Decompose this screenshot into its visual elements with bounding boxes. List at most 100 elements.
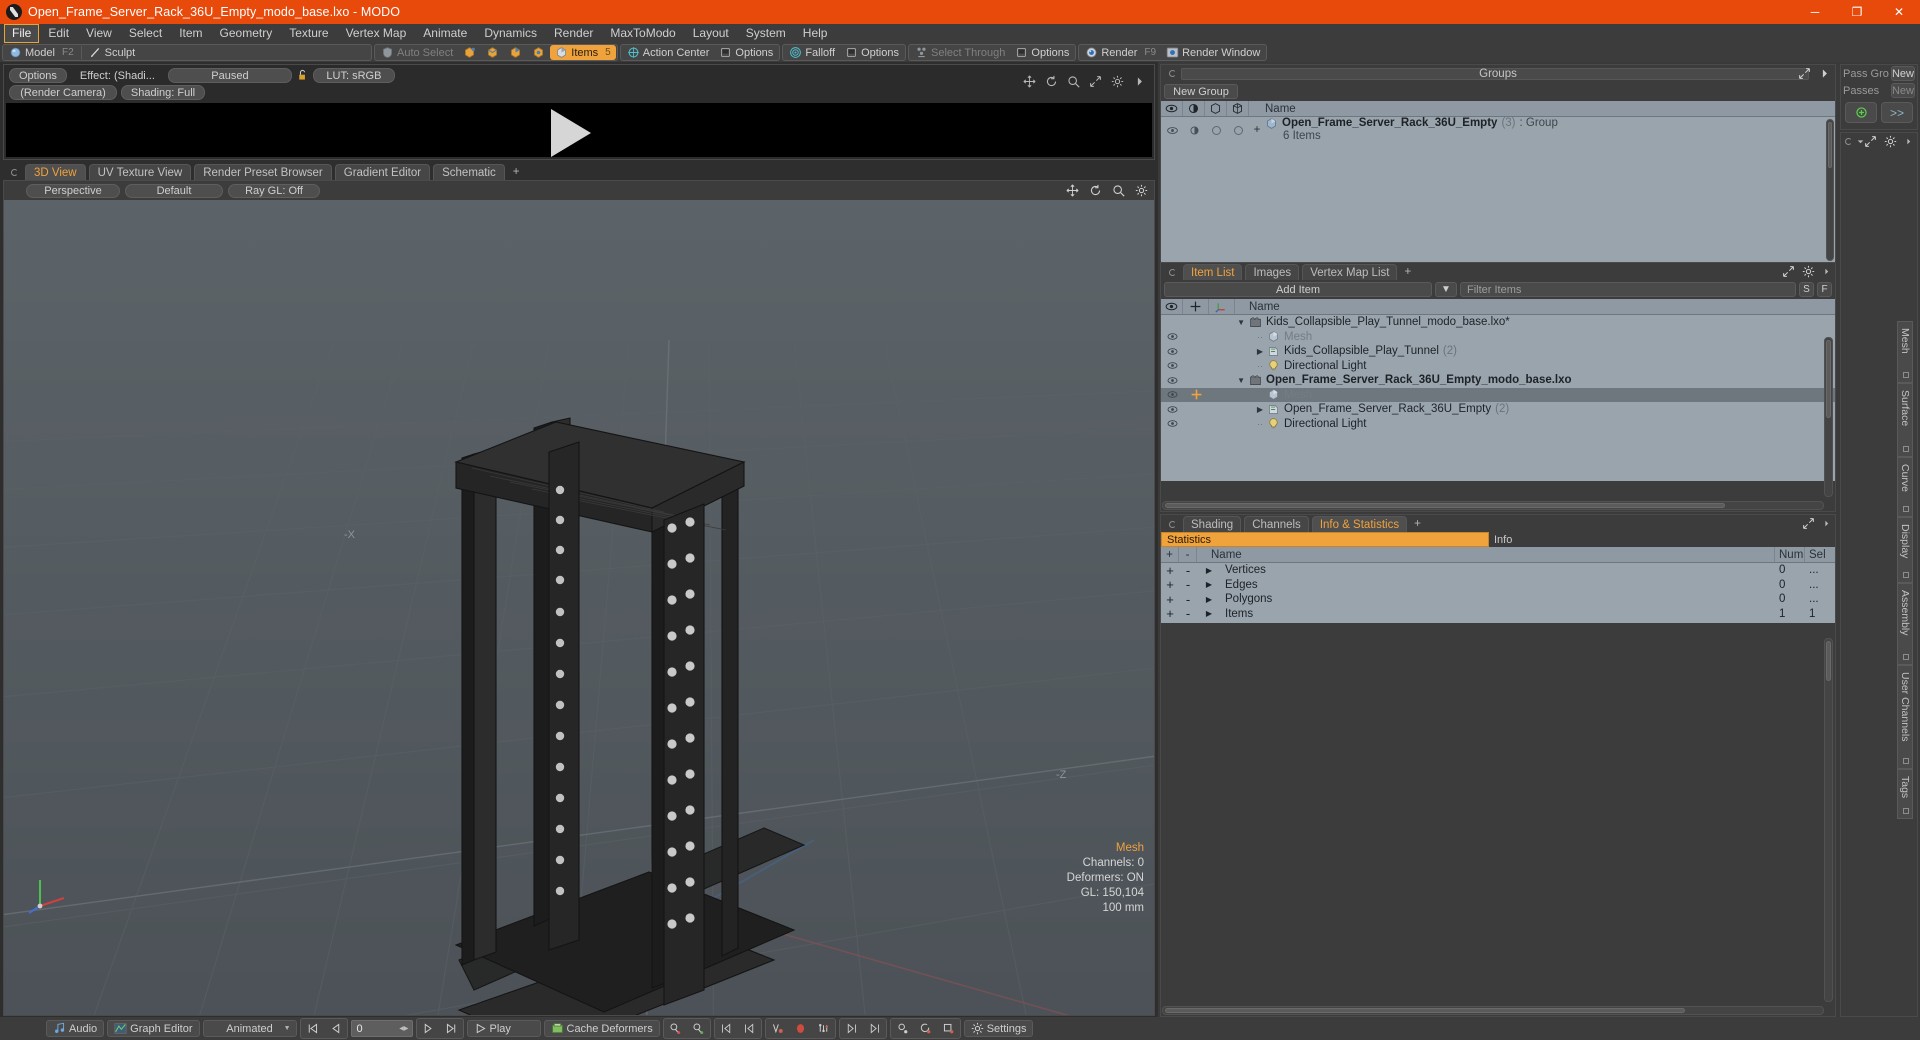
item-list-tab-add-button[interactable]: +	[1400, 264, 1415, 280]
menu-item-texture[interactable]: Texture	[281, 24, 336, 43]
item-list-hscrollbar[interactable]	[1162, 501, 1824, 510]
move-icon[interactable]	[1066, 184, 1079, 197]
key-delete-button[interactable]	[688, 1020, 709, 1037]
stats-row-expander[interactable]: ▶	[1197, 566, 1221, 575]
current-frame-input[interactable]: 0	[350, 1020, 413, 1037]
toolbar-button-edges[interactable]	[481, 45, 504, 60]
row-expander[interactable]: +	[1249, 124, 1265, 136]
rotate-icon[interactable]	[1089, 184, 1102, 197]
audio-button[interactable]: Audio	[46, 1020, 105, 1037]
viewport-tab-3d-view[interactable]: 3D View	[25, 164, 86, 180]
gear-icon[interactable]	[1135, 184, 1148, 197]
viewport-tab-render-preset-browser[interactable]: Render Preset Browser	[194, 164, 332, 180]
key-filter-button[interactable]	[813, 1020, 834, 1037]
toolbar-button-options[interactable]: Options	[840, 45, 904, 60]
chevron-right-icon[interactable]	[1822, 267, 1831, 276]
viewport-tab-gradient-editor[interactable]: Gradient Editor	[334, 164, 431, 180]
stats-tab-info-statistics[interactable]: Info & Statistics	[1311, 516, 1408, 532]
toolbar-button-polygons[interactable]	[504, 45, 527, 60]
row-expander[interactable]: ··	[1235, 361, 1267, 371]
stats-tab-add-button[interactable]: +	[1410, 516, 1425, 532]
toolbar-button-render[interactable]: Render F9	[1080, 45, 1161, 60]
stats-hscroll-thumb[interactable]	[1165, 1008, 1685, 1013]
item-list-vscrollbar[interactable]	[1824, 337, 1833, 497]
row-axis-toggle[interactable]	[1209, 330, 1235, 345]
groups-table-row[interactable]: + Open_Frame_Server_Rack_36U_Empty (3): Gr…	[1161, 117, 1835, 143]
row-visibility-toggle[interactable]	[1161, 330, 1183, 345]
fit-icon[interactable]	[1089, 75, 1102, 88]
toolbar-button-vertices[interactable]	[458, 45, 481, 60]
zoom-icon[interactable]	[1067, 75, 1080, 88]
range-end-button[interactable]	[864, 1020, 885, 1037]
viewport-raygl-button[interactable]: Ray GL: Off	[228, 183, 320, 198]
server-rack-model[interactable]: -X -Z	[4, 200, 1154, 1016]
menu-item-view[interactable]: View	[78, 24, 120, 43]
toolbar-button-options[interactable]: Options	[714, 45, 778, 60]
cache-deformers-button[interactable]: Cache Deformers	[543, 1020, 660, 1037]
stats-row-minus[interactable]: -	[1179, 563, 1197, 578]
stats-row-expander[interactable]: ▶	[1197, 580, 1221, 589]
passes-new-button[interactable]: New	[1890, 83, 1915, 98]
row-render-toggle[interactable]	[1183, 124, 1205, 137]
stats-drag-handle[interactable]	[1169, 521, 1176, 528]
row-shade-toggle[interactable]	[1205, 125, 1227, 135]
toolbar-button-render-window[interactable]: Render Window	[1161, 45, 1265, 60]
properties-drag-handle[interactable]	[1845, 138, 1852, 145]
toolbar-button-model[interactable]: Model F2	[4, 45, 79, 60]
col-render-icon[interactable]	[1183, 101, 1205, 116]
gear-icon[interactable]	[1802, 265, 1815, 278]
row-visibility-toggle[interactable]	[1161, 402, 1183, 417]
range-next-button[interactable]	[841, 1020, 862, 1037]
item-list-row[interactable]: ·· Directional Light	[1161, 359, 1835, 374]
link-button[interactable]	[892, 1020, 913, 1037]
gear-icon[interactable]	[1111, 75, 1124, 88]
stats-row-expander[interactable]: ▶	[1197, 595, 1221, 604]
stats-table-row[interactable]: + - ▶ Vertices 0...	[1161, 563, 1835, 578]
properties-tab-assembly[interactable]: Assembly	[1897, 583, 1913, 665]
chevron-right-icon[interactable]	[1818, 67, 1831, 80]
viewport-tab-add-button[interactable]: +	[508, 164, 525, 180]
stats-subtab-info[interactable]: Info	[1489, 532, 1835, 547]
stats-subtab-statistics[interactable]: Statistics	[1161, 532, 1489, 547]
groups-vscroll-thumb[interactable]	[1828, 122, 1832, 168]
toolbar-button-items[interactable]: Items 5	[550, 45, 616, 60]
item-list-row[interactable]: ▶ Kids_Collapsible_Play_Tunnel (2)	[1161, 344, 1835, 359]
row-axis-toggle[interactable]	[1209, 315, 1235, 330]
item-list-row[interactable]: ▼ Kids_Collapsible_Play_Tunnel_modo_base.…	[1161, 315, 1835, 330]
row-wire-toggle[interactable]	[1227, 125, 1249, 135]
row-expander[interactable]: ▶	[1235, 405, 1267, 414]
item-list-tab-images[interactable]: Images	[1245, 264, 1300, 280]
col-wire-icon[interactable]	[1227, 101, 1249, 116]
col-axis-icon[interactable]	[1209, 299, 1235, 314]
last-frame-button[interactable]	[441, 1020, 462, 1037]
toolbar-button-materials[interactable]	[527, 45, 550, 60]
add-pass-button[interactable]	[1845, 102, 1877, 123]
expand-icon[interactable]	[1782, 265, 1795, 278]
item-list-drag-handle[interactable]	[1169, 269, 1176, 276]
first-frame-button[interactable]	[302, 1020, 323, 1037]
range-start-button[interactable]	[716, 1020, 737, 1037]
toolbar-button-sculpt[interactable]: Sculpt	[84, 45, 141, 60]
filter-items-input[interactable]: Filter Items	[1460, 282, 1796, 297]
filter-s-button[interactable]: S	[1799, 282, 1814, 297]
settings-button[interactable]: Settings	[963, 1020, 1034, 1037]
toolbar-button-select-through[interactable]: Select Through	[910, 45, 1010, 60]
menu-item-animate[interactable]: Animate	[415, 24, 475, 43]
prev-key-button[interactable]	[325, 1020, 346, 1037]
row-select-marker[interactable]	[1183, 330, 1209, 345]
row-visibility-toggle[interactable]	[1161, 359, 1183, 374]
row-select-marker[interactable]	[1183, 344, 1209, 359]
menu-item-edit[interactable]: Edit	[40, 24, 77, 43]
delete-key-button[interactable]	[938, 1020, 959, 1037]
row-axis-toggle[interactable]	[1209, 417, 1235, 432]
row-visibility-toggle[interactable]	[1161, 373, 1183, 388]
row-visibility-toggle[interactable]	[1161, 344, 1183, 359]
next-key-button[interactable]	[418, 1020, 439, 1037]
item-list-hscroll-thumb[interactable]	[1165, 503, 1725, 508]
row-visibility-toggle[interactable]	[1161, 417, 1183, 432]
viewport-tab-schematic[interactable]: Schematic	[433, 164, 505, 180]
new-group-button[interactable]: New Group	[1164, 84, 1238, 99]
toolbar-button-action-center[interactable]: Action Center	[622, 45, 715, 60]
menu-item-system[interactable]: System	[738, 24, 794, 43]
item-list-vscroll-thumb[interactable]	[1826, 340, 1831, 418]
